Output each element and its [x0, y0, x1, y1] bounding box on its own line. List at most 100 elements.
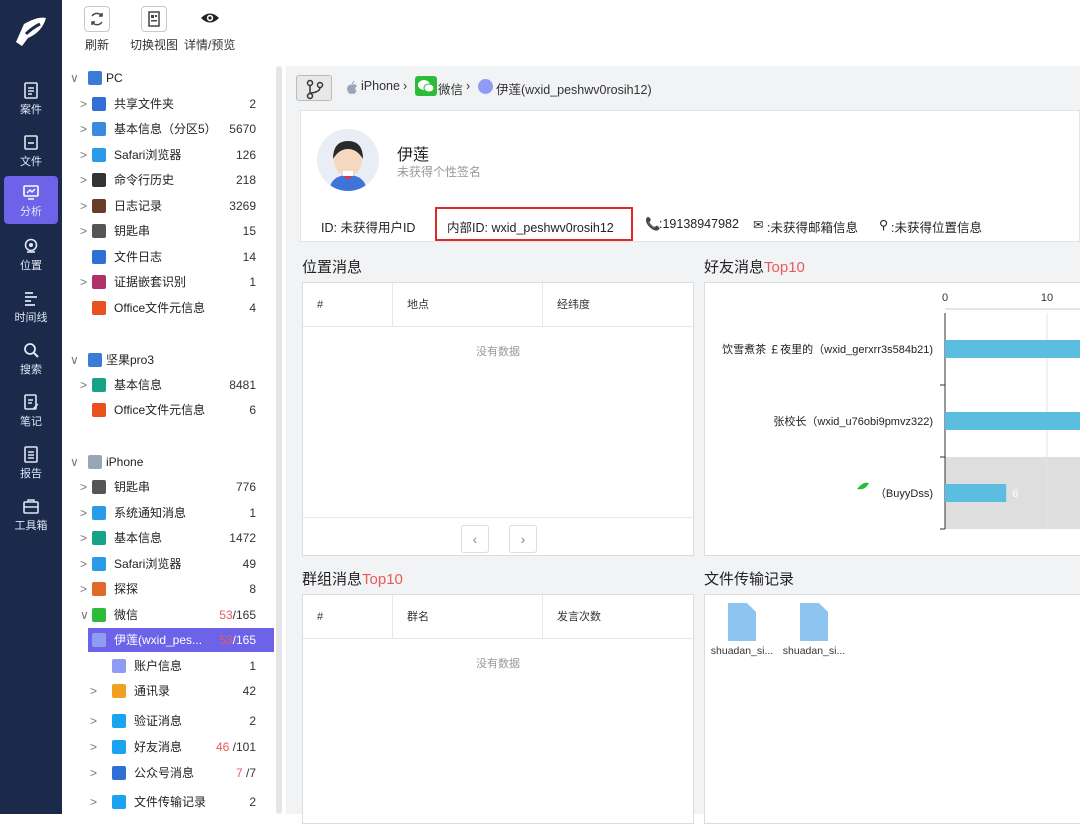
expand-arrow-icon[interactable]: > [80, 501, 90, 525]
tree-item-count: 3269 [229, 199, 256, 213]
tree-item[interactable]: > 日志记录 3269 [62, 194, 274, 218]
tree-item[interactable]: > 命令行历史 218 [62, 168, 274, 192]
switch-view-label: 切换视图 [130, 38, 179, 52]
tree-item[interactable]: > 共享文件夹 2 [62, 92, 274, 116]
tree-item[interactable]: > Safari浏览器 49 [62, 552, 274, 576]
tree-item[interactable]: > 好友消息 46 /101 [62, 735, 274, 759]
nav-item-3[interactable]: 位置 [0, 230, 62, 278]
expand-arrow-icon[interactable]: > [80, 168, 90, 192]
tree-scrollbar[interactable] [276, 66, 282, 814]
tree-node-icon [92, 633, 106, 647]
mail-icon: ✉ [753, 218, 764, 232]
tree-node-icon [92, 378, 106, 392]
breadcrumb: iPhone › 微信 › 伊莲(wxid_peshwv0rosih12) [286, 66, 1080, 110]
expand-arrow-icon[interactable]: ∨ [70, 66, 80, 90]
nav-item-5[interactable]: 搜索 [0, 334, 62, 382]
nav-item-7[interactable]: 报告 [0, 438, 62, 486]
tree-item[interactable]: ∨ iPhone [62, 450, 274, 474]
toolbox-icon [23, 499, 39, 514]
tree-item[interactable]: ∨ PC [62, 66, 274, 90]
expand-arrow-icon[interactable]: > [90, 790, 100, 814]
tree-item[interactable]: > 探探 8 [62, 577, 274, 601]
next-page-button[interactable]: › [509, 525, 537, 553]
tree-item[interactable]: Office文件元信息 4 [62, 296, 274, 320]
table-header: 群名 [393, 595, 543, 639]
expand-arrow-icon[interactable]: > [90, 679, 100, 703]
tree-item[interactable]: > 公众号消息 7 /7 [62, 761, 274, 785]
table-header: # [303, 283, 393, 327]
nav-item-8[interactable]: 工具箱 [0, 490, 62, 538]
breadcrumb-user[interactable]: 伊莲(wxid_peshwv0rosih12) [496, 79, 652, 98]
tree-item[interactable]: > 系统通知消息 1 [62, 501, 274, 525]
refresh-icon [84, 6, 110, 32]
expand-arrow-icon[interactable]: ∨ [70, 450, 80, 474]
prev-page-button[interactable]: ‹ [461, 525, 489, 553]
breadcrumb-app[interactable]: 微信 [438, 79, 463, 98]
branch-button[interactable] [296, 75, 332, 101]
expand-arrow-icon[interactable]: > [80, 373, 90, 397]
file-item[interactable]: shuadan_si... [779, 603, 849, 657]
tree-item[interactable]: > 钥匙串 15 [62, 219, 274, 243]
tree-item[interactable]: > 证据嵌套识别 1 [62, 270, 274, 294]
expand-arrow-icon[interactable]: > [80, 117, 90, 141]
tree-item-label: 坚果pro3 [106, 353, 155, 367]
profile-user-id: ID: 未获得用户ID [321, 221, 416, 235]
bar [945, 340, 1080, 358]
refresh-button[interactable]: 刷新 [84, 6, 110, 53]
tree-item[interactable]: > 验证消息 2 [62, 709, 274, 733]
tree-node-icon [92, 250, 106, 264]
tree-item[interactable]: ∨ 伊莲(wxid_pes... 53/165 [80, 628, 274, 652]
expand-arrow-icon[interactable]: > [80, 270, 90, 294]
tree-item[interactable]: Office文件元信息 6 [62, 398, 274, 422]
expand-arrow-icon[interactable]: > [90, 735, 100, 759]
tree-item-count: 7 /7 [235, 766, 256, 780]
expand-arrow-icon[interactable]: > [80, 552, 90, 576]
tree-item-count: 1472 [229, 531, 256, 545]
tree-item-label: 基本信息 [114, 531, 163, 545]
file-item[interactable]: shuadan_si... [707, 603, 777, 657]
expand-arrow-icon[interactable]: > [80, 577, 90, 601]
tree-item[interactable]: > 基本信息（分区5） 5670 [62, 117, 274, 141]
expand-arrow-icon[interactable]: > [80, 194, 90, 218]
expand-arrow-icon[interactable]: > [80, 526, 90, 550]
nav-item-label: 分析 [20, 206, 42, 218]
tree-item[interactable]: ∨ 微信 53/165 [62, 603, 274, 627]
tree-item-count: 8481 [229, 378, 256, 392]
expand-arrow-icon[interactable]: ∨ [80, 603, 90, 627]
tree-item[interactable]: > 钥匙串 776 [62, 475, 274, 499]
switch-view-icon [141, 6, 167, 32]
tree-item[interactable]: > Safari浏览器 126 [62, 143, 274, 167]
clipboard-icon [24, 82, 38, 99]
tree-item-label: 基本信息 [114, 378, 163, 392]
expand-arrow-icon[interactable]: > [80, 143, 90, 167]
expand-arrow-icon[interactable]: ∨ [70, 348, 80, 372]
nav-item-0[interactable]: 案件 [0, 74, 62, 122]
breadcrumb-device[interactable]: iPhone [361, 79, 400, 93]
tree-item[interactable]: ∨ 坚果pro3 [62, 348, 274, 372]
tree-node-icon [92, 531, 106, 545]
expand-arrow-icon[interactable]: > [80, 475, 90, 499]
timeline-icon [25, 292, 37, 306]
expand-arrow-icon[interactable]: > [80, 92, 90, 116]
nav-item-1[interactable]: 文件 [0, 126, 62, 174]
switch-view-button[interactable]: 切换视图 [130, 6, 178, 53]
expand-arrow-icon[interactable]: ∨ [80, 628, 90, 652]
tree-item[interactable]: > 文件传输记录 2 [62, 790, 274, 814]
tree-item[interactable]: 文件日志 14 [62, 245, 274, 269]
tree-item-count: 776 [235, 480, 256, 494]
y-tick-label: 饮雪煮茶 ￡夜里的（wxid_gerxrr3s584b21) [722, 342, 933, 356]
tree-item-count: 2 [249, 795, 256, 809]
nav-item-2[interactable]: 分析 [4, 176, 58, 224]
nav-item-6[interactable]: 笔记 [0, 386, 62, 434]
expand-arrow-icon[interactable]: > [90, 709, 100, 733]
tree-item[interactable]: > 通讯录 42 [62, 679, 274, 703]
bar [945, 484, 1007, 502]
tree-item[interactable]: > 基本信息 8481 [62, 373, 274, 397]
expand-arrow-icon[interactable]: > [80, 219, 90, 243]
detail-preview-button[interactable]: 详情/预览 [184, 6, 235, 53]
nav-item-4[interactable]: 时间线 [0, 282, 62, 330]
tree-item[interactable]: 账户信息 1 [62, 654, 274, 678]
expand-arrow-icon[interactable]: > [90, 761, 100, 785]
tree-item[interactable]: > 基本信息 1472 [62, 526, 274, 550]
breadcrumb-separator: › [466, 79, 471, 93]
